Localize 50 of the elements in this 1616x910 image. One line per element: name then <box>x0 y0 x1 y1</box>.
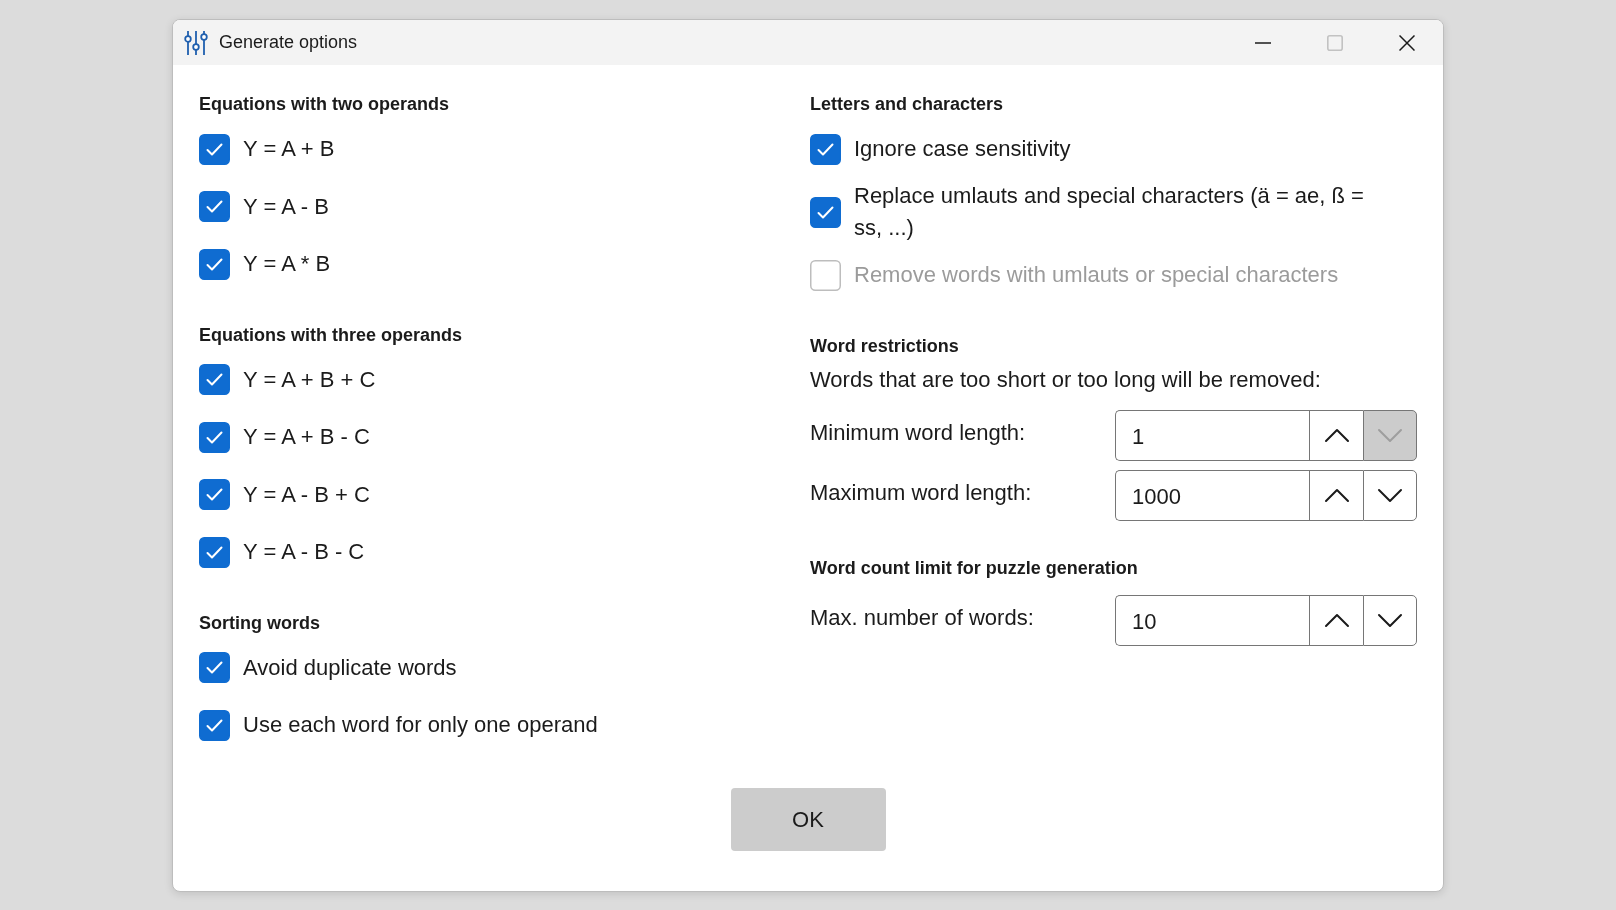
chevron-down-icon <box>1377 427 1403 443</box>
checkbox-label: Y = A * B <box>243 250 331 278</box>
window-title: Generate options <box>219 32 358 53</box>
section-heading: Sorting words <box>199 611 320 635</box>
chevron-up-icon <box>1323 612 1350 628</box>
checkbox[interactable] <box>810 196 841 228</box>
checkbox-label: Remove words with umlauts or special characters <box>854 261 1339 289</box>
chevron-down-icon <box>1377 612 1403 628</box>
checkbox[interactable] <box>199 709 230 741</box>
section-heading: Equations with two operands <box>199 93 449 116</box>
checkbox[interactable] <box>199 536 230 568</box>
checkbox-label: Y = A + B + C <box>243 365 376 394</box>
field-label: Maximum word length: <box>810 479 1033 507</box>
checkbox[interactable] <box>199 479 230 510</box>
decrement-button[interactable] <box>1363 594 1417 646</box>
checkbox[interactable] <box>199 421 230 453</box>
checkbox-label: Replace umlauts and special characters (ä = ae, ß = ss, ...) <box>854 182 1365 242</box>
checkbox-label: Y = A - B + C <box>243 480 370 509</box>
section-heading: Equations with three operands <box>199 323 463 347</box>
checkbox-label: Y = A + B - C <box>243 423 370 451</box>
increment-button[interactable] <box>1309 469 1363 521</box>
checkbox[interactable] <box>199 652 230 683</box>
checkbox-label: Avoid duplicate words <box>243 653 457 682</box>
chevron-up-icon <box>1323 487 1350 503</box>
checkbox-label: Use each word for only one operand <box>243 711 598 739</box>
number-field[interactable]: 1 <box>1115 409 1309 461</box>
checkbox-label: Y = A - B <box>243 192 329 221</box>
checkbox-label: Ignore case sensitivity <box>854 135 1071 163</box>
field-label: Max. number of words: <box>810 604 1035 632</box>
section-heading: Word count limit for puzzle generation <box>810 556 1138 580</box>
chevron-down-icon <box>1377 487 1403 503</box>
number-field[interactable]: 10 <box>1115 594 1309 646</box>
increment-button[interactable] <box>1309 594 1363 646</box>
number-field[interactable]: 1000 <box>1115 469 1309 521</box>
checkbox-label: Y = A + B <box>243 135 335 163</box>
decrement-button[interactable] <box>1363 469 1417 521</box>
checkbox[interactable] <box>199 248 230 280</box>
section-heading: Letters and characters <box>810 93 1004 116</box>
field-label: Minimum word length: <box>810 419 1027 447</box>
checkbox[interactable] <box>199 191 230 222</box>
increment-button[interactable] <box>1309 409 1363 461</box>
ok-button[interactable]: OK <box>730 788 886 851</box>
section-description: Words that are too short or too long will be removed: <box>810 365 1321 394</box>
checkbox-label: Y = A - B - C <box>243 538 365 566</box>
chevron-up-icon <box>1323 427 1350 443</box>
checkbox[interactable] <box>199 133 230 165</box>
section-heading: Word restrictions <box>810 334 959 358</box>
checkbox[interactable] <box>810 133 841 165</box>
sliders-icon <box>184 29 208 56</box>
checkbox[interactable] <box>199 364 230 395</box>
